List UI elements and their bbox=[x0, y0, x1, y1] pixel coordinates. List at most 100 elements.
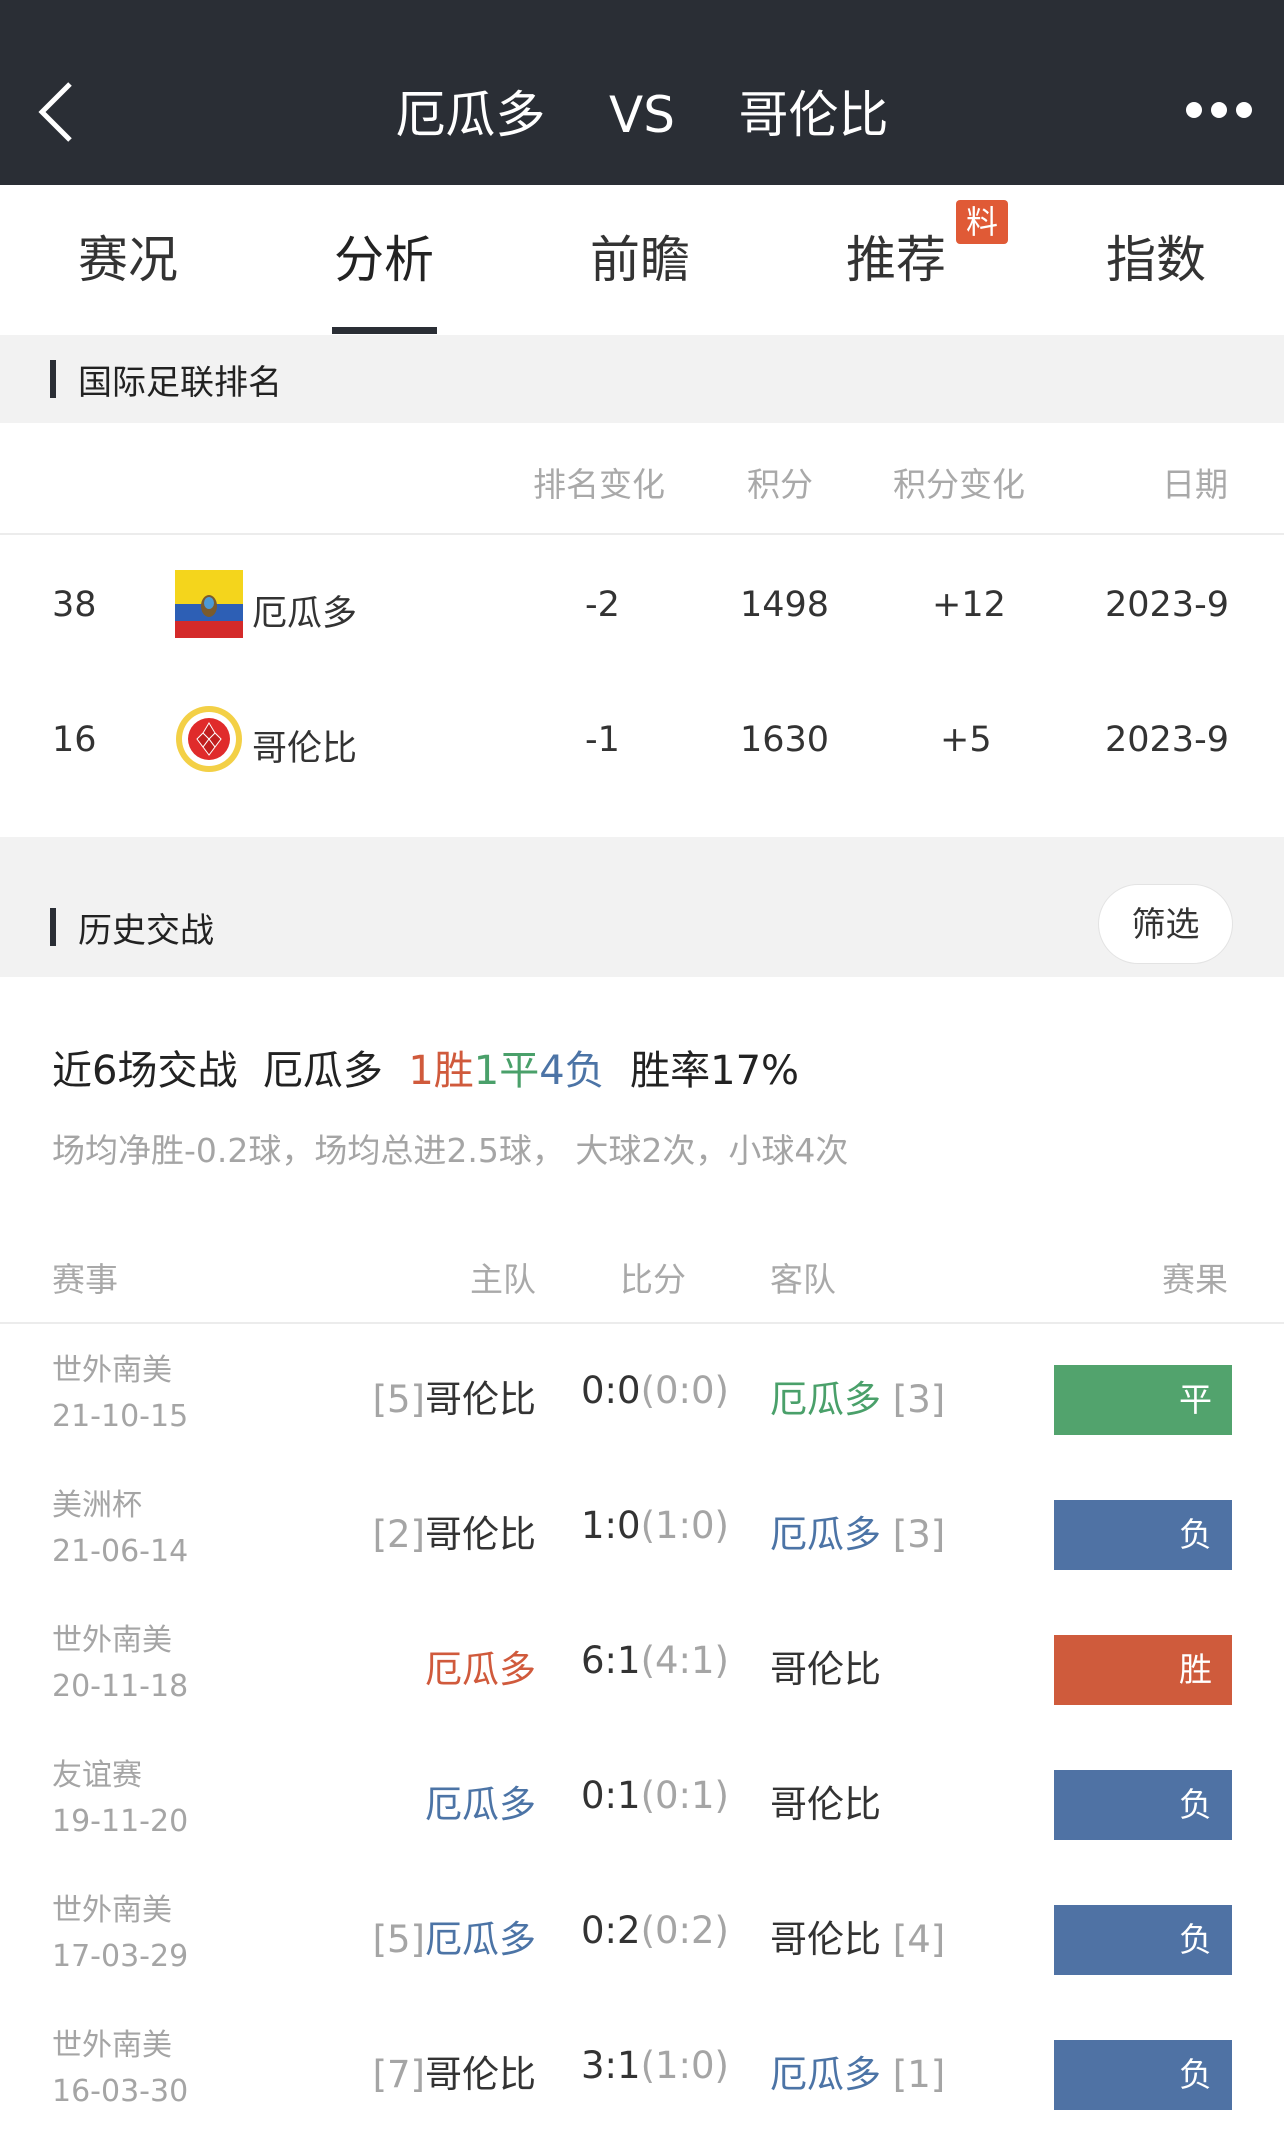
home-team: 厄瓜多 bbox=[425, 1648, 536, 1691]
half-time-score: (0:0) bbox=[640, 1369, 729, 1412]
away-team: 哥伦比 bbox=[770, 1648, 881, 1691]
ranking-date: 2023-9 bbox=[1105, 585, 1229, 625]
vs-label: VS bbox=[609, 86, 675, 144]
team-name: 厄瓜多 bbox=[252, 594, 358, 634]
match-title: 厄瓜多 VS 哥伦比 bbox=[0, 75, 1284, 147]
rank-number: 38 bbox=[52, 585, 97, 625]
ranking-title: 国际足联排名 bbox=[78, 363, 282, 403]
match-competition: 友谊赛 bbox=[52, 1758, 142, 1793]
away-team: 哥伦比 bbox=[770, 1783, 881, 1826]
result-badge: 平 bbox=[1054, 1365, 1232, 1435]
points: 1498 bbox=[740, 585, 830, 625]
ranking-section-header: 国际足联排名 bbox=[0, 335, 1284, 423]
match-score: 0:0(0:0) bbox=[570, 1369, 740, 1412]
col-points: 积分 bbox=[747, 465, 813, 504]
points-change: +12 bbox=[932, 585, 1006, 625]
summary-win-rate: 胜率17% bbox=[630, 1048, 800, 1094]
summary-wins: 1胜 bbox=[408, 1048, 474, 1094]
match-away: 厄瓜多 [3] bbox=[770, 1504, 945, 1558]
tab-analysis[interactable]: 分析 bbox=[256, 185, 512, 335]
match-row[interactable]: 世外南美 16-03-30 [7]哥伦比 3:1(1:0) 厄瓜多 [1] 负 bbox=[0, 2000, 1284, 2135]
col-result: 赛果 bbox=[1162, 1260, 1228, 1299]
match-competition: 世外南美 bbox=[52, 1893, 172, 1928]
match-competition: 美洲杯 bbox=[52, 1488, 142, 1523]
home-rank: [2] bbox=[372, 1513, 425, 1556]
col-date: 日期 bbox=[1162, 465, 1228, 504]
col-competition: 赛事 bbox=[52, 1260, 118, 1299]
team-name: 哥伦比 bbox=[252, 729, 358, 769]
match-row[interactable]: 世外南美 17-03-29 [5]厄瓜多 0:2(0:2) 哥伦比 [4] 负 bbox=[0, 1865, 1284, 2000]
match-away: 哥伦比 [4] bbox=[770, 1909, 945, 1963]
tab-badge: 料 bbox=[956, 200, 1008, 244]
section-marker bbox=[50, 360, 56, 398]
divider bbox=[0, 533, 1284, 535]
match-competition: 世外南美 bbox=[52, 1353, 172, 1388]
history-section-header: 历史交战 bbox=[0, 837, 1284, 977]
away-team: 厄瓜多 bbox=[770, 2053, 881, 2096]
rank-number: 16 bbox=[52, 720, 97, 760]
section-marker bbox=[50, 908, 56, 946]
summary-draws: 1平 bbox=[473, 1048, 540, 1094]
match-score: 0:1(0:1) bbox=[570, 1774, 740, 1817]
match-away: 厄瓜多 [1] bbox=[770, 2044, 945, 2098]
rank-change: -2 bbox=[585, 585, 620, 625]
match-row[interactable]: 友谊赛 19-11-20 厄瓜多 0:1(0:1) 哥伦比 负 bbox=[0, 1730, 1284, 1865]
col-score: 比分 bbox=[620, 1260, 686, 1299]
col-rank-change: 排名变化 bbox=[533, 465, 665, 504]
filter-button[interactable]: 筛选 bbox=[1098, 884, 1233, 964]
match-date: 17-03-29 bbox=[52, 1939, 189, 1974]
history-title: 历史交战 bbox=[78, 911, 214, 951]
top-bar: 厄瓜多 VS 哥伦比 bbox=[0, 0, 1284, 185]
away-rank: [3] bbox=[892, 1378, 946, 1421]
half-time-score: (0:1) bbox=[640, 1774, 729, 1817]
match-score: 0:2(0:2) bbox=[570, 1909, 740, 1952]
full-time-score: 6:1 bbox=[581, 1639, 641, 1682]
away-team-name: 哥伦比 bbox=[738, 86, 889, 144]
result-badge: 负 bbox=[1054, 2040, 1232, 2110]
result-badge: 负 bbox=[1054, 1770, 1232, 1840]
home-team: 厄瓜多 bbox=[425, 1918, 536, 1961]
tab-bar: 赛况 分析 前瞻 推荐 指数 bbox=[0, 185, 1284, 335]
history-stats: 场均净胜-0.2球，场均总进2.5球， 大球2次，小球4次 bbox=[52, 1131, 849, 1170]
result-badge: 负 bbox=[1054, 1500, 1232, 1570]
match-date: 21-10-15 bbox=[52, 1399, 189, 1434]
match-row[interactable]: 世外南美 21-10-15 [5]哥伦比 0:0(0:0) 厄瓜多 [3] 平 bbox=[0, 1325, 1284, 1460]
points-change: +5 bbox=[940, 720, 992, 760]
match-date: 20-11-18 bbox=[52, 1669, 189, 1704]
result-badge: 负 bbox=[1054, 1905, 1232, 1975]
match-home: 厄瓜多 bbox=[425, 1774, 536, 1828]
match-date: 19-11-20 bbox=[52, 1804, 189, 1839]
home-team: 哥伦比 bbox=[425, 2053, 536, 2096]
tab-preview[interactable]: 前瞻 bbox=[512, 185, 768, 335]
match-home: [2]哥伦比 bbox=[373, 1504, 536, 1558]
col-home: 主队 bbox=[470, 1260, 536, 1299]
tab-live[interactable]: 赛况 bbox=[0, 185, 256, 335]
colombia-badge-icon bbox=[176, 706, 242, 772]
match-row[interactable]: 世外南美 20-11-18 厄瓜多 6:1(4:1) 哥伦比 胜 bbox=[0, 1595, 1284, 1730]
tab-odds[interactable]: 指数 bbox=[1028, 185, 1284, 335]
away-team: 厄瓜多 bbox=[770, 1513, 881, 1556]
match-away: 哥伦比 bbox=[770, 1639, 881, 1693]
full-time-score: 3:1 bbox=[581, 2044, 641, 2087]
half-time-score: (0:2) bbox=[640, 1909, 729, 1952]
match-home: [5]厄瓜多 bbox=[373, 1909, 536, 1963]
away-team: 厄瓜多 bbox=[770, 1378, 881, 1421]
home-rank: [5] bbox=[372, 1918, 425, 1961]
match-away: 厄瓜多 [3] bbox=[770, 1369, 945, 1423]
summary-losses: 4负 bbox=[539, 1048, 605, 1094]
match-score: 1:0(1:0) bbox=[570, 1504, 740, 1547]
match-away: 哥伦比 bbox=[770, 1774, 881, 1828]
match-home: [5]哥伦比 bbox=[373, 1369, 536, 1423]
match-row[interactable]: 美洲杯 21-06-14 [2]哥伦比 1:0(1:0) 厄瓜多 [3] 负 bbox=[0, 1460, 1284, 1595]
rank-change: -1 bbox=[585, 720, 620, 760]
match-home: [7]哥伦比 bbox=[373, 2044, 536, 2098]
away-team: 哥伦比 bbox=[770, 1918, 881, 1961]
active-tab-indicator bbox=[332, 327, 437, 334]
more-options-icon[interactable] bbox=[1184, 97, 1254, 123]
home-team: 厄瓜多 bbox=[425, 1783, 536, 1826]
points: 1630 bbox=[740, 720, 830, 760]
match-score: 3:1(1:0) bbox=[570, 2044, 740, 2087]
full-time-score: 0:1 bbox=[581, 1774, 641, 1817]
divider bbox=[0, 1322, 1284, 1324]
col-away: 客队 bbox=[770, 1260, 836, 1299]
